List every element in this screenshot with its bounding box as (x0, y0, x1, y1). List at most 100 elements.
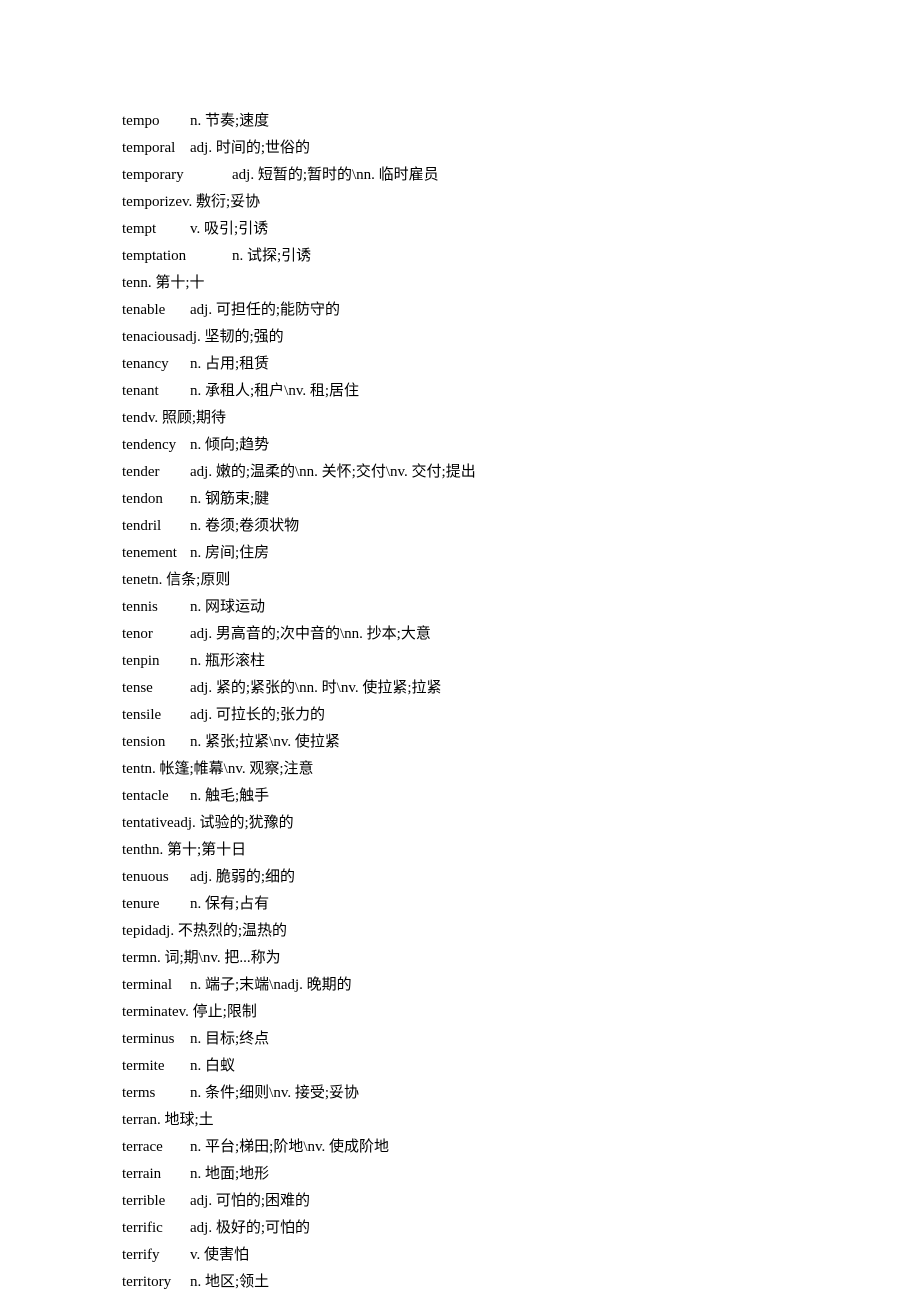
word: tenable (122, 297, 190, 324)
word: tenure (122, 891, 190, 918)
word: tension (122, 729, 190, 756)
word: term (122, 945, 150, 972)
definition: n. 地球;土 (149, 1112, 213, 1128)
definition: n. 第十;十 (140, 275, 204, 291)
definition: n. 条件;细则\nv. 接受;妥协 (190, 1085, 359, 1101)
word: terrain (122, 1161, 190, 1188)
vocab-entry: termn. 词;期\nv. 把...称为 (122, 945, 822, 972)
word: tent (122, 756, 145, 783)
vocab-entry: termiten. 白蚁 (122, 1053, 822, 1080)
definition: adj. 不热烈的;温热的 (152, 923, 287, 939)
word: tenet (122, 567, 151, 594)
vocab-entry: tenseadj. 紧的;紧张的\nn. 时\nv. 使拉紧;拉紧 (122, 675, 822, 702)
vocab-entry: terminatev. 停止;限制 (122, 999, 822, 1026)
definition: v. 吸引;引诱 (190, 221, 268, 237)
vocab-entry: terrainn. 地面;地形 (122, 1161, 822, 1188)
definition: n. 倾向;趋势 (190, 437, 269, 453)
definition: n. 瓶形滚柱 (190, 653, 265, 669)
definition: adj. 脆弱的;细的 (190, 869, 295, 885)
vocab-entry: tenthn. 第十;第十日 (122, 837, 822, 864)
vocab-entry: temporaryadj. 短暂的;暂时的\nn. 临时雇员 (122, 162, 822, 189)
vocab-entry: terrifyv. 使害怕 (122, 1242, 822, 1269)
word: terrible (122, 1188, 190, 1215)
definition: n. 地面;地形 (190, 1166, 269, 1182)
definition: n. 第十;第十日 (152, 842, 246, 858)
definition: adj. 可怕的;困难的 (190, 1193, 310, 1209)
definition: n. 占用;租赁 (190, 356, 269, 372)
vocab-entry: tenoradj. 男高音的;次中音的\nn. 抄本;大意 (122, 621, 822, 648)
vocab-entry: tensionn. 紧张;拉紧\nv. 使拉紧 (122, 729, 822, 756)
word: tendency (122, 432, 190, 459)
vocab-entry: tendriln. 卷须;卷须状物 (122, 513, 822, 540)
definition: adj. 坚韧的;强的 (179, 329, 284, 345)
vocab-entry: terran. 地球;土 (122, 1107, 822, 1134)
word: tender (122, 459, 190, 486)
definition: n. 端子;末端\nadj. 晚期的 (190, 977, 352, 993)
vocab-entry: terracen. 平台;梯田;阶地\nv. 使成阶地 (122, 1134, 822, 1161)
vocab-entry: terrificadj. 极好的;可怕的 (122, 1215, 822, 1242)
vocab-entry: terminusn. 目标;终点 (122, 1026, 822, 1053)
vocab-entry: temptationn. 试探;引诱 (122, 243, 822, 270)
vocab-entry: tendencyn. 倾向;趋势 (122, 432, 822, 459)
word: terms (122, 1080, 190, 1107)
vocab-entry: tentaclen. 触毛;触手 (122, 783, 822, 810)
definition: adj. 时间的;世俗的 (190, 140, 310, 156)
word: tenement (122, 540, 190, 567)
word: tentative (122, 810, 174, 837)
vocab-entry: termsn. 条件;细则\nv. 接受;妥协 (122, 1080, 822, 1107)
word: terminate (122, 999, 179, 1026)
vocab-entry: tenderadj. 嫩的;温柔的\nn. 关怀;交付\nv. 交付;提出 (122, 459, 822, 486)
word: tendon (122, 486, 190, 513)
definition: adj. 可拉长的;张力的 (190, 707, 325, 723)
definition: adj. 男高音的;次中音的\nn. 抄本;大意 (190, 626, 431, 642)
definition: n. 网球运动 (190, 599, 265, 615)
vocab-entry: tenuren. 保有;占有 (122, 891, 822, 918)
vocab-entry: tenaciousadj. 坚韧的;强的 (122, 324, 822, 351)
word: tenth (122, 837, 152, 864)
vocab-entry: tenantn. 承租人;租户\nv. 租;居住 (122, 378, 822, 405)
vocab-entry: temporizev. 敷衍;妥协 (122, 189, 822, 216)
word: tentacle (122, 783, 190, 810)
word: temporal (122, 135, 190, 162)
definition: v. 敷衍;妥协 (182, 194, 260, 210)
definition: n. 地区;领土 (190, 1274, 269, 1290)
word: tenancy (122, 351, 190, 378)
word: tend (122, 405, 148, 432)
word: territory (122, 1269, 190, 1296)
definition: n. 承租人;租户\nv. 租;居住 (190, 383, 359, 399)
vocab-entry: tenn. 第十;十 (122, 270, 822, 297)
vocab-entry: tentativeadj. 试验的;犹豫的 (122, 810, 822, 837)
word: terminal (122, 972, 190, 999)
vocab-entry: tennisn. 网球运动 (122, 594, 822, 621)
definition: v. 照顾;期待 (148, 410, 226, 426)
vocab-entry: territoryn. 地区;领土 (122, 1269, 822, 1296)
vocab-entry: temporaladj. 时间的;世俗的 (122, 135, 822, 162)
word: tempt (122, 216, 190, 243)
definition: n. 节奏;速度 (190, 113, 269, 129)
vocab-entry: tepidadj. 不热烈的;温热的 (122, 918, 822, 945)
definition: n. 帐篷;帷幕\nv. 观察;注意 (145, 761, 314, 777)
vocab-entry: tentn. 帐篷;帷幕\nv. 观察;注意 (122, 756, 822, 783)
vocab-entry: tendv. 照顾;期待 (122, 405, 822, 432)
definition: n. 平台;梯田;阶地\nv. 使成阶地 (190, 1139, 389, 1155)
vocab-entry: tendonn. 钢筋束;腱 (122, 486, 822, 513)
word: tense (122, 675, 190, 702)
vocab-entry: temptv. 吸引;引诱 (122, 216, 822, 243)
definition: n. 紧张;拉紧\nv. 使拉紧 (190, 734, 340, 750)
definition: n. 钢筋束;腱 (190, 491, 269, 507)
word: terrace (122, 1134, 190, 1161)
vocab-entry: tenuousadj. 脆弱的;细的 (122, 864, 822, 891)
word: terrify (122, 1242, 190, 1269)
definition: n. 保有;占有 (190, 896, 269, 912)
definition: v. 停止;限制 (179, 1004, 257, 1020)
word: tendril (122, 513, 190, 540)
vocab-entry: tenetn. 信条;原则 (122, 567, 822, 594)
definition: n. 白蚁 (190, 1058, 235, 1074)
word: termite (122, 1053, 190, 1080)
word: terrific (122, 1215, 190, 1242)
definition: n. 房间;住房 (190, 545, 269, 561)
definition: adj. 极好的;可怕的 (190, 1220, 310, 1236)
definition: n. 目标;终点 (190, 1031, 269, 1047)
word: tenpin (122, 648, 190, 675)
vocab-entry: tenableadj. 可担任的;能防守的 (122, 297, 822, 324)
